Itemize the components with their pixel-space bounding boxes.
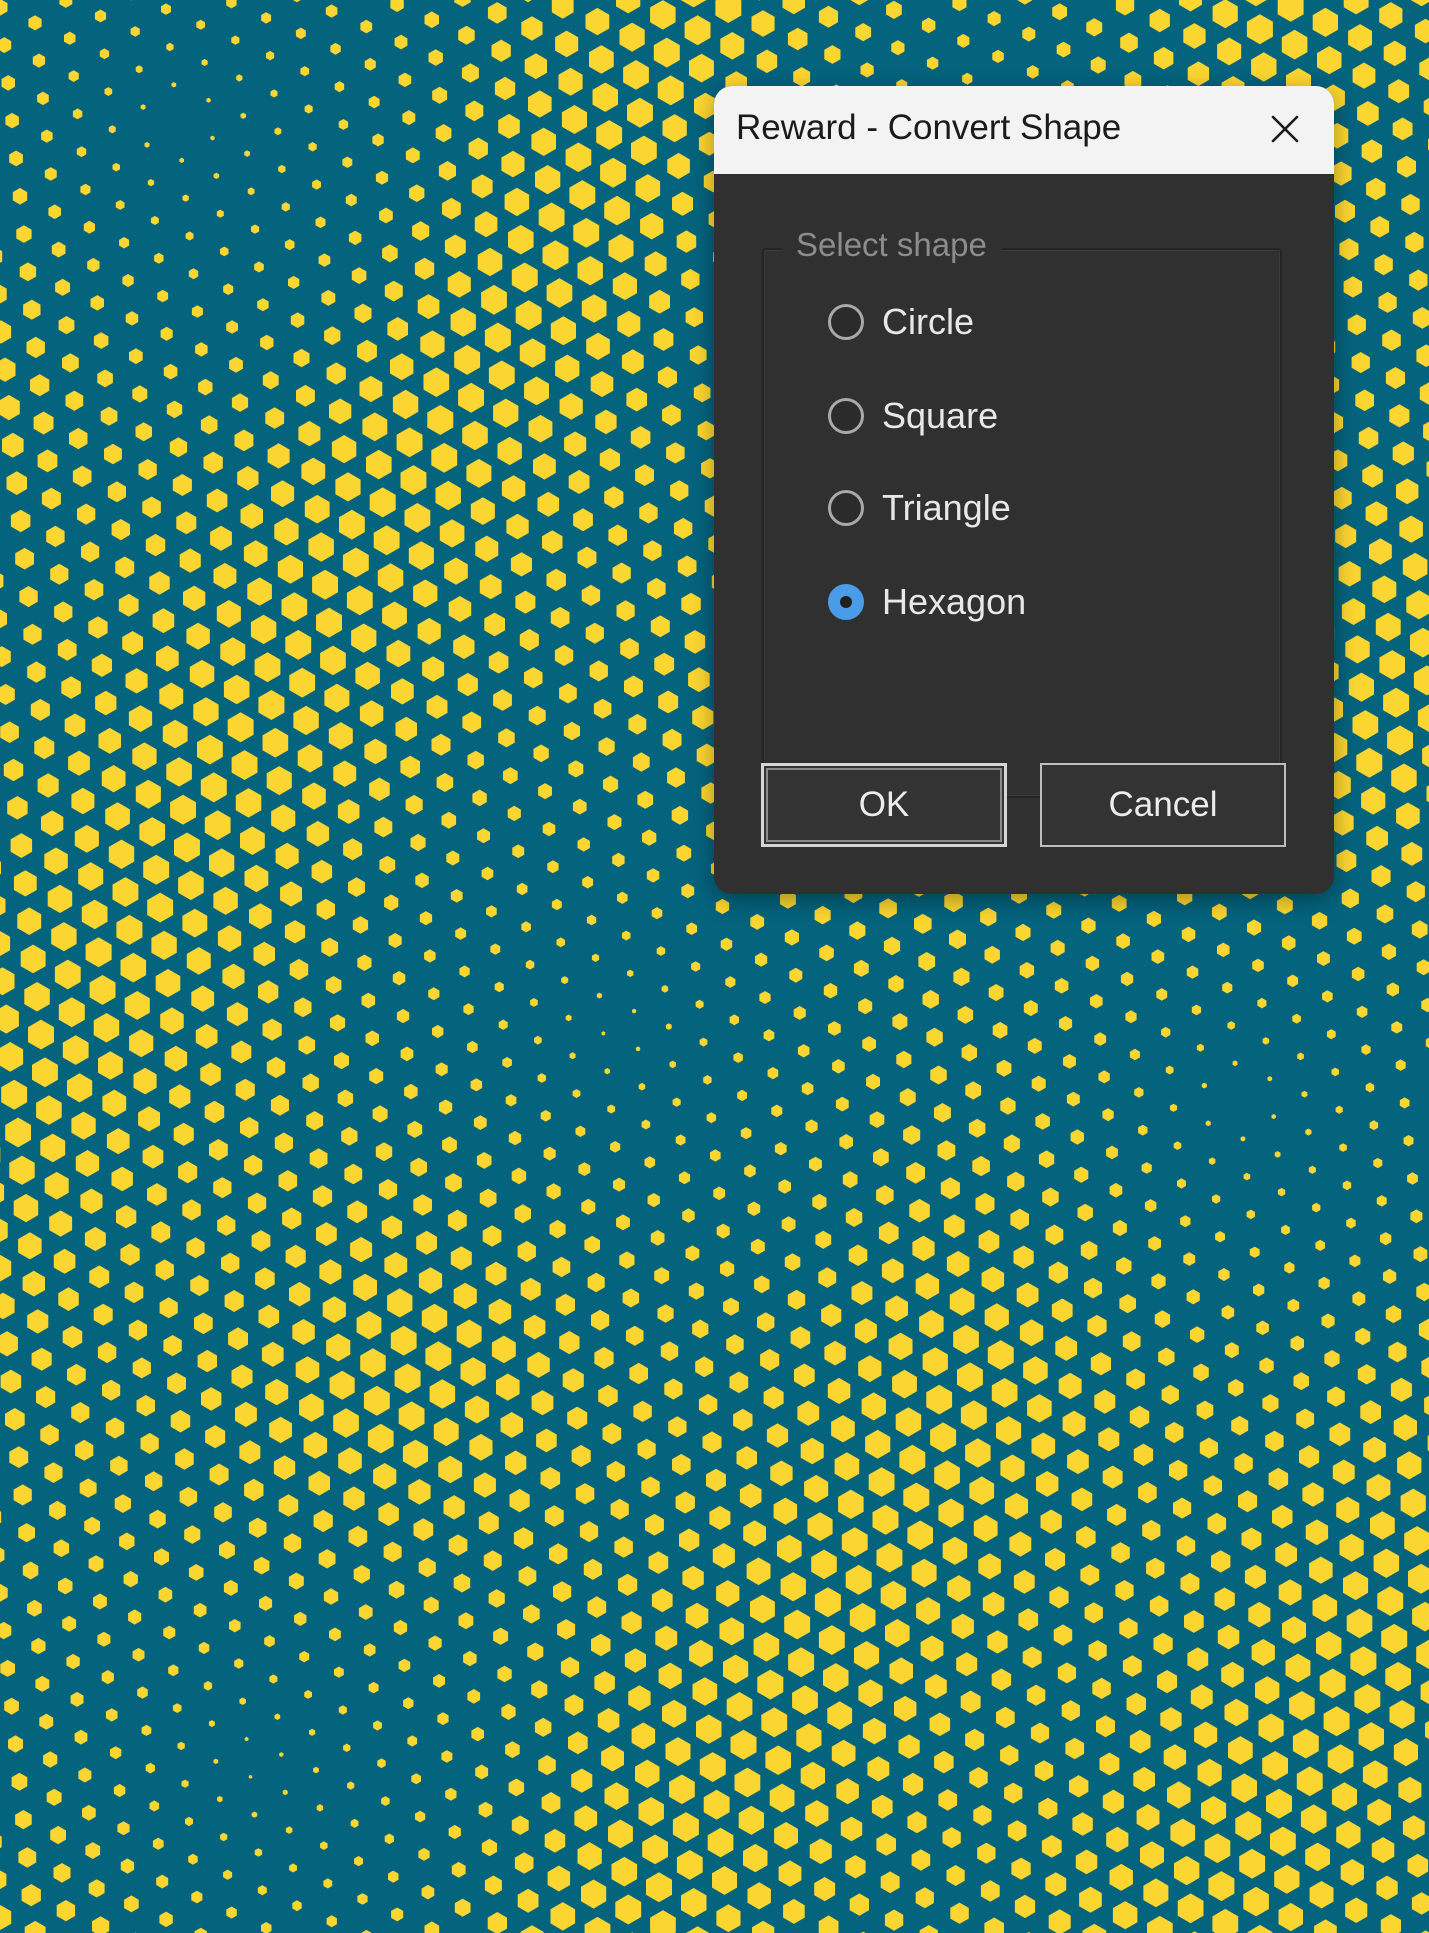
radio-label-triangle: Triangle	[882, 487, 1011, 528]
radio-circle[interactable]	[828, 490, 864, 526]
radio-option-triangle[interactable]: Triangle	[828, 484, 1011, 532]
ok-button[interactable]: OK	[761, 763, 1007, 847]
dialog-titlebar[interactable]: Reward - Convert Shape	[714, 86, 1334, 174]
dialog-title: Reward - Convert Shape	[736, 108, 1122, 147]
radio-label-square: Square	[882, 395, 999, 436]
radio-circle-selected[interactable]	[828, 584, 864, 620]
radio-label-hexagon: Hexagon	[882, 581, 1027, 622]
cancel-button[interactable]: Cancel	[1040, 763, 1286, 847]
select-shape-group: Select shape Circle Square Triangle Hexa…	[762, 226, 1282, 798]
radio-label-circle: Circle	[882, 301, 975, 342]
radio-circle[interactable]	[828, 398, 864, 434]
radio-circle[interactable]	[828, 304, 864, 340]
close-icon	[1271, 115, 1299, 143]
radio-option-circle[interactable]: Circle	[828, 298, 974, 346]
radio-selected-dot	[840, 596, 852, 608]
radio-option-square[interactable]: Square	[828, 392, 998, 440]
radio-option-hexagon[interactable]: Hexagon	[828, 578, 1026, 626]
group-label: Select shape	[782, 226, 1001, 264]
close-button[interactable]	[1254, 100, 1316, 158]
convert-shape-dialog: Reward - Convert Shape Select shape Circ…	[714, 86, 1334, 894]
